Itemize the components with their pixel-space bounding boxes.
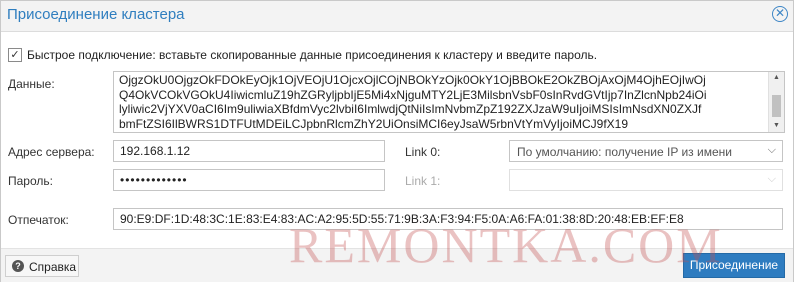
join-data-textarea[interactable]: OjgzOkU0OjgzOkFDOkEyOjk1OjVEOjU1OjcxOjlC… <box>113 71 785 133</box>
join-cluster-dialog: Присоединение кластера ✕ ✓ Быстрое подкл… <box>0 0 794 282</box>
chevron-down-icon: ⌵ <box>767 144 776 156</box>
link0-select[interactable]: По умолчанию: получение IP из имени ⌵ <box>509 140 783 162</box>
help-button-label: Справка <box>29 260 77 274</box>
help-circle-icon: ? <box>12 260 24 272</box>
fingerprint-input[interactable]: 90:E9:DF:1D:48:3C:1E:83:E4:83:AC:A2:95:5… <box>113 208 783 230</box>
dialog-title: Присоединение кластера <box>7 6 185 23</box>
link1-label: Link 1: <box>405 174 441 188</box>
dialog-footer: ? Справка Присоединение <box>1 248 793 282</box>
data-label: Данные: <box>8 77 55 91</box>
join-data-line: Q4OkVCOkVGOkU4IiwicmluZ19hZGRyljpbIjE5Mi… <box>119 87 707 102</box>
scroll-up-arrow-icon[interactable]: ▲ <box>769 72 784 84</box>
scrollbar-thumb[interactable] <box>772 95 781 117</box>
textarea-scrollbar[interactable]: ▲ ▼ <box>768 72 784 132</box>
server-address-input[interactable]: 192.168.1.12 <box>113 140 385 162</box>
server-address-label: Адрес сервера: <box>8 145 95 159</box>
link1-select[interactable]: ⌵ <box>509 169 783 191</box>
join-button[interactable]: Присоединение <box>683 253 785 278</box>
help-button[interactable]: ? Справка <box>5 255 79 277</box>
chevron-down-icon: ⌵ <box>767 173 776 185</box>
quick-connect-label: Быстрое подключение: вставьте скопирован… <box>27 48 598 62</box>
password-label: Пароль: <box>8 174 53 188</box>
join-data-line: bmFtZSI6IlBWRS1DTFUtMDEiLCJpbnRlcmZhY2Ui… <box>119 116 629 131</box>
join-data-line: OjgzOkU0OjgzOkFDOkEyOjk1OjVEOjU1OjcxOjlC… <box>119 73 706 87</box>
quick-connect-checkbox[interactable]: ✓ <box>8 48 22 62</box>
dialog-titlebar: Присоединение кластера ✕ <box>1 1 793 32</box>
password-input[interactable]: ••••••••••••• <box>113 169 385 191</box>
join-data-line: lyliwic2VjYXV0aCI6Im9uliwiaXBfdmVyc2lvbi… <box>119 102 702 116</box>
fingerprint-label: Отпечаток: <box>8 213 69 227</box>
link0-value: По умолчанию: получение IP из имени <box>517 145 732 159</box>
close-icon[interactable]: ✕ <box>772 6 788 22</box>
link0-label: Link 0: <box>405 145 441 159</box>
scroll-down-arrow-icon[interactable]: ▼ <box>769 120 784 132</box>
